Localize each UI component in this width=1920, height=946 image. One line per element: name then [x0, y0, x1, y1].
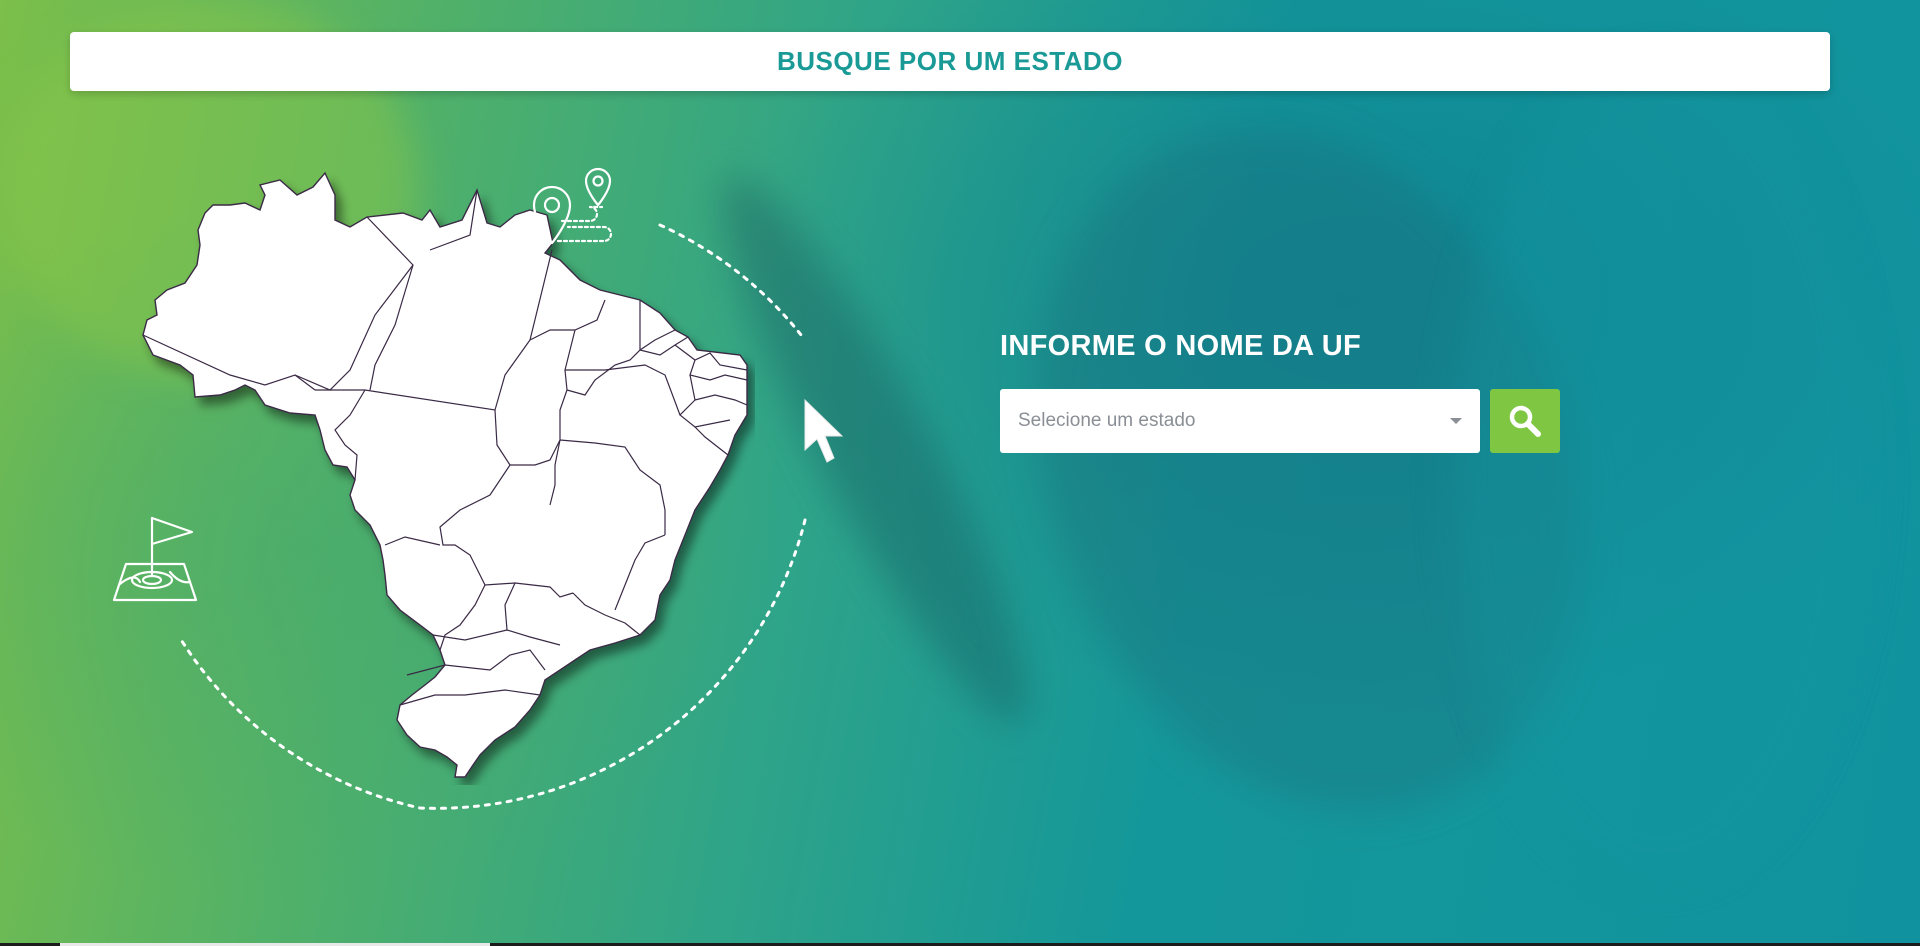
search-button[interactable] — [1490, 389, 1560, 453]
route-pins-icon — [532, 167, 613, 245]
search-icon — [1509, 405, 1541, 437]
dashed-arc-decoration — [178, 223, 807, 810]
chevron-down-icon — [1450, 418, 1462, 424]
state-select-placeholder: Selecione um estado — [1018, 410, 1196, 431]
form-label: INFORME O NOME DA UF — [1000, 330, 1361, 362]
state-search-form: INFORME O NOME DA UF Selecione um estado — [1000, 330, 1560, 453]
form-row: Selecione um estado — [1000, 389, 1560, 453]
state-select[interactable]: Selecione um estado — [1000, 389, 1480, 453]
map-flag-icon — [112, 516, 198, 602]
background-blur-shape — [1450, 60, 1870, 880]
cursor-arrow-icon — [804, 398, 844, 463]
page-background: BUSQUE POR UM ESTADO INFORME O NOME DA U… — [0, 0, 1920, 946]
background-blur-shape — [945, 52, 1675, 888]
